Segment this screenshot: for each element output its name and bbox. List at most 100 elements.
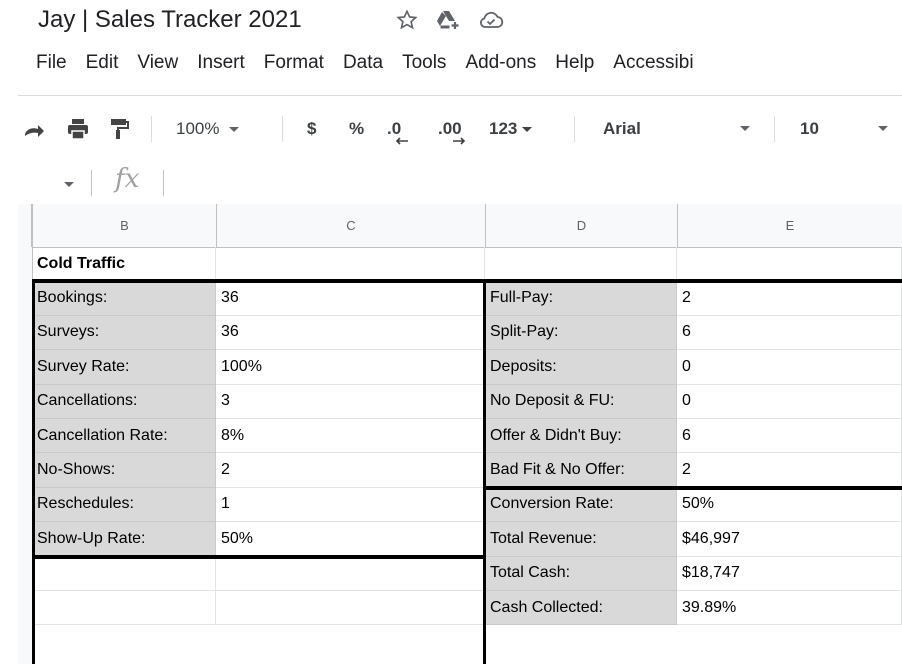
font-name: Arial [603, 119, 641, 138]
metric-value-cell[interactable]: 50% [677, 487, 902, 523]
toolbar: 100% $ % .0 .00 123 Arial 10 [18, 95, 902, 163]
empty-cell[interactable] [216, 591, 485, 626]
metric-value-cell[interactable]: 6 [677, 419, 902, 454]
zoom-select[interactable]: 100% [176, 96, 240, 162]
currency-format-button[interactable]: $ [307, 96, 316, 162]
font-select[interactable]: Arial [603, 96, 758, 162]
metric-value-cell[interactable]: 50% [216, 522, 485, 557]
metric-label-cell[interactable]: Cancellations: [32, 384, 216, 419]
toolbar-divider [151, 116, 152, 142]
metric-label-cell[interactable]: Total Cash: [485, 556, 677, 591]
menu-addons[interactable]: Add-ons [465, 52, 536, 74]
print-icon[interactable] [66, 96, 90, 162]
empty-cell[interactable] [485, 247, 677, 282]
cloud-saved-icon[interactable] [478, 10, 504, 30]
menu-edit[interactable]: Edit [86, 52, 119, 74]
right-table-border-left [483, 279, 486, 664]
menu-tools[interactable]: Tools [402, 52, 446, 74]
metric-label-cell[interactable]: Survey Rate: [32, 350, 216, 385]
metric-label-cell[interactable]: No Deposit & FU: [485, 384, 677, 419]
empty-cell[interactable] [677, 247, 902, 282]
decrease-decimal-label: .0 [387, 119, 402, 138]
row-headers [18, 247, 33, 664]
menu-accessibility[interactable]: Accessibi [613, 52, 693, 74]
increase-decimal-button[interactable]: .00 [438, 96, 466, 162]
left-table-border-top [32, 279, 485, 284]
metric-value-cell[interactable]: 0 [677, 350, 902, 385]
name-box-dropdown-icon[interactable] [64, 182, 74, 187]
metric-value-cell[interactable]: 36 [216, 281, 485, 316]
metric-value-cell[interactable]: 2 [216, 453, 485, 488]
metric-label-cell[interactable]: Show-Up Rate: [32, 522, 216, 557]
metric-label-cell[interactable]: Offer & Didn't Buy: [485, 419, 677, 454]
menu-insert[interactable]: Insert [197, 52, 245, 74]
metric-value-cell[interactable]: 2 [677, 453, 902, 488]
percent-format-button[interactable]: % [349, 96, 364, 162]
spreadsheet-grid[interactable]: B C D E Cold Traffic Bookings: 36 Full-Pay:… [18, 204, 902, 664]
menu-data[interactable]: Data [343, 52, 383, 74]
empty-cell[interactable] [216, 556, 485, 591]
formula-divider [91, 170, 92, 196]
formula-input[interactable] [178, 162, 878, 204]
row-header-corner[interactable] [18, 204, 32, 247]
metric-value-cell[interactable]: 39.89% [677, 591, 902, 626]
metric-value-cell[interactable]: 2 [677, 281, 902, 316]
metric-label-cell[interactable]: Bad Fit & No Offer: [485, 453, 677, 488]
column-headers: B C D E [18, 204, 902, 248]
zoom-value: 100% [176, 119, 220, 138]
metric-label-cell[interactable]: Cash Collected: [485, 591, 677, 626]
metric-value-cell[interactable]: 3 [216, 384, 485, 419]
menu-format[interactable]: Format [264, 52, 324, 74]
metric-value-cell[interactable]: $18,747 [677, 556, 902, 591]
chevron-down-icon [229, 126, 240, 132]
empty-cell[interactable] [32, 591, 216, 626]
metric-value-cell[interactable]: 0 [677, 384, 902, 419]
paint-format-icon[interactable] [109, 96, 129, 162]
column-header-e[interactable]: E [677, 204, 902, 247]
more-formats-button[interactable]: 123 [489, 96, 533, 162]
metric-label-cell[interactable]: Full-Pay: [485, 281, 677, 316]
metric-label-cell[interactable]: Total Revenue: [485, 522, 677, 557]
menu-bar: File Edit View Insert Format Data Tools … [36, 52, 713, 74]
menu-help[interactable]: Help [555, 52, 594, 74]
formula-divider [163, 170, 164, 196]
column-header-d[interactable]: D [485, 204, 677, 247]
decrease-decimal-button[interactable]: .0 [387, 96, 408, 162]
metric-label-cell[interactable]: Split-Pay: [485, 315, 677, 351]
empty-cell[interactable] [216, 247, 485, 282]
metric-label-cell[interactable]: Surveys: [32, 315, 216, 351]
metric-label-cell[interactable]: Deposits: [485, 350, 677, 385]
left-table-border-bottom [32, 554, 485, 559]
metric-value-cell[interactable]: 100% [216, 350, 485, 385]
metric-value-cell[interactable]: 1 [216, 487, 485, 523]
metric-label-cell[interactable]: Reschedules: [32, 487, 216, 523]
move-to-drive-icon[interactable] [436, 9, 460, 31]
star-icon[interactable] [396, 9, 418, 31]
empty-cell[interactable] [32, 556, 216, 591]
toolbar-divider [574, 116, 575, 142]
metric-label-cell[interactable]: Conversion Rate: [485, 487, 677, 523]
document-title[interactable]: Jay | Sales Tracker 2021 [38, 6, 302, 34]
font-size-select[interactable]: 10 [800, 96, 898, 162]
metric-label-cell[interactable]: Bookings: [32, 281, 216, 316]
column-header-b[interactable]: B [32, 204, 216, 247]
column-header-c[interactable]: C [216, 204, 485, 247]
fx-icon: fx [115, 164, 140, 194]
metric-value-cell[interactable]: 8% [216, 419, 485, 454]
formula-bar: fx [18, 162, 902, 205]
chevron-down-icon [878, 126, 888, 131]
arrow-left-icon [395, 137, 408, 145]
section-title-cell[interactable]: Cold Traffic [32, 247, 216, 282]
redo-icon[interactable] [22, 96, 46, 162]
menu-view[interactable]: View [137, 52, 178, 74]
metric-value-cell[interactable]: 36 [216, 315, 485, 351]
menu-file[interactable]: File [36, 52, 67, 74]
toolbar-divider [282, 116, 283, 142]
metric-label-cell[interactable]: Cancellation Rate: [32, 419, 216, 454]
right-table-border-top [483, 279, 902, 284]
metric-label-cell[interactable]: No-Shows: [32, 453, 216, 488]
metric-value-cell[interactable]: $46,997 [677, 522, 902, 557]
increase-decimal-label: .00 [438, 119, 462, 138]
toolbar-divider [774, 116, 775, 142]
metric-value-cell[interactable]: 6 [677, 315, 902, 351]
